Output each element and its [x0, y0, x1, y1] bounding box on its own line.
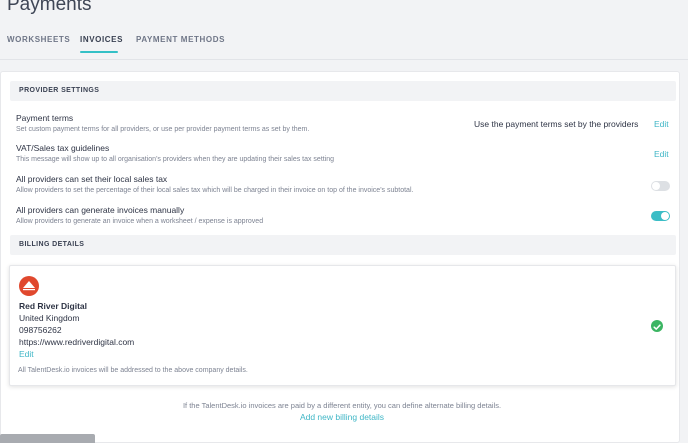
- check-circle-icon: [651, 320, 663, 332]
- billing-note: All TalentDesk.io invoices will be addre…: [18, 367, 248, 374]
- tab-bar: WORKSHEETS INVOICES PAYMENT METHODS: [0, 0, 688, 56]
- provider-settings-header: PROVIDER SETTINGS: [10, 81, 676, 101]
- company-name: Red River Digital: [19, 301, 88, 311]
- tab-worksheets[interactable]: WORKSHEETS: [7, 35, 70, 44]
- toggle-knob: [652, 182, 660, 190]
- generate-invoices-title: All providers can generate invoices manu…: [16, 205, 185, 215]
- vat-guidelines-description: This message will show up to all organis…: [16, 156, 335, 163]
- generate-invoices-toggle[interactable]: [651, 211, 670, 221]
- local-sales-tax-setting: All providers can set their local sales …: [16, 174, 676, 194]
- vat-guidelines-title: VAT/Sales tax guidelines: [16, 143, 110, 153]
- tab-payment-methods[interactable]: PAYMENT METHODS: [136, 35, 225, 44]
- vat-guidelines-edit-link[interactable]: Edit: [654, 149, 669, 159]
- bottom-tab: [0, 434, 95, 443]
- local-sales-tax-toggle[interactable]: [651, 181, 670, 191]
- payment-terms-edit-link[interactable]: Edit: [654, 119, 669, 129]
- company-website: https://www.redriverdigital.com: [19, 337, 135, 347]
- company-country: United Kingdom: [19, 313, 80, 323]
- active-tab-indicator: [80, 51, 118, 53]
- company-phone: 098756262: [19, 325, 62, 335]
- billing-details-edit-link[interactable]: Edit: [19, 349, 34, 359]
- alternate-billing-text: If the TalentDesk.io invoices are paid b…: [182, 401, 502, 410]
- billing-details-header: BILLING DETAILS: [10, 235, 676, 255]
- tab-invoices[interactable]: INVOICES: [80, 35, 123, 44]
- generate-invoices-description: Allow providers to generate an invoice w…: [16, 218, 264, 225]
- vat-guidelines-setting: VAT/Sales tax guidelines This message wi…: [16, 143, 676, 163]
- toggle-knob: [661, 212, 669, 220]
- red-river-logo-icon: [19, 276, 39, 296]
- local-sales-tax-title: All providers can set their local sales …: [16, 174, 168, 184]
- add-billing-details-link[interactable]: Add new billing details: [0, 412, 684, 422]
- provider-settings-title: PROVIDER SETTINGS: [19, 87, 100, 94]
- generate-invoices-setting: All providers can generate invoices manu…: [16, 205, 676, 225]
- tabs-divider: [0, 59, 688, 60]
- payment-terms-value: Use the payment terms set by the provide…: [474, 119, 639, 129]
- local-sales-tax-description: Allow providers to set the percentage of…: [16, 187, 414, 194]
- billing-details-title: BILLING DETAILS: [19, 241, 85, 248]
